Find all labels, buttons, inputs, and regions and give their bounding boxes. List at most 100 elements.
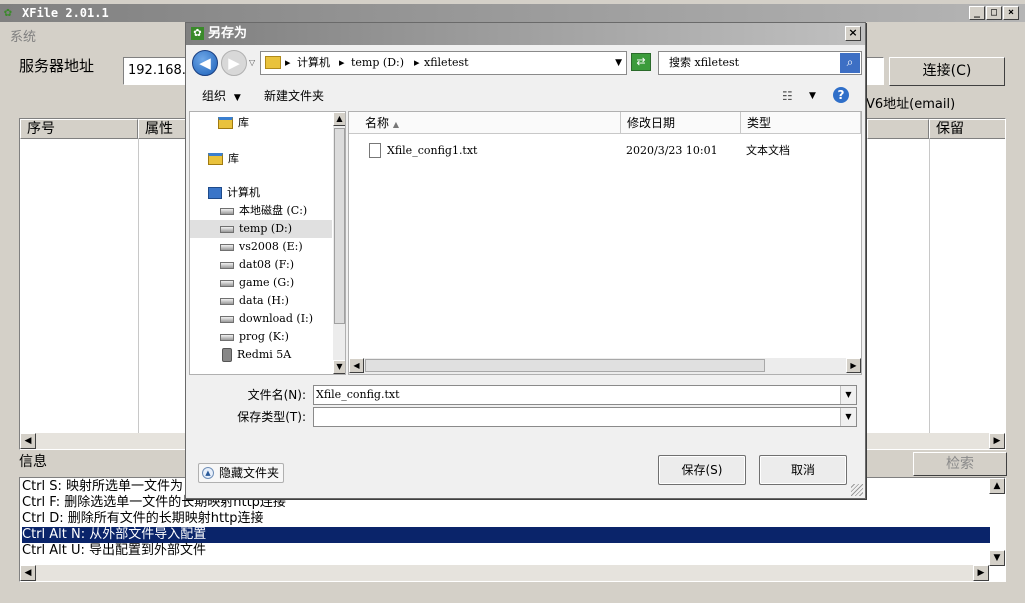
column-header-name[interactable]: 名称 ▲: [349, 112, 621, 134]
connect-button[interactable]: 连接(C): [889, 57, 1005, 86]
menu-system[interactable]: 系统: [10, 26, 36, 45]
tree-item-label: game (G:): [239, 276, 295, 289]
scroll-up-icon[interactable]: ▲: [333, 112, 345, 126]
dialog-title-bar: ✿ 另存为 ×: [186, 23, 865, 45]
maximize-button[interactable]: □: [986, 6, 1002, 20]
library-icon: [218, 117, 233, 129]
tree-item-drive-i[interactable]: download (I:): [220, 310, 345, 328]
column-header-index[interactable]: 序号: [20, 119, 138, 139]
view-options-icon[interactable]: ☷: [782, 87, 793, 105]
scroll-left-icon[interactable]: ◀: [20, 433, 36, 449]
search-input[interactable]: 搜索 xfiletest ⌕: [658, 51, 862, 75]
computer-icon: [208, 187, 222, 199]
address-bar[interactable]: ▸ 计算机 ▸ temp (D:) ▸ xfiletest ▼: [260, 51, 627, 75]
column-header-label: 名称: [365, 116, 390, 130]
tree-item-label: 计算机: [227, 186, 260, 199]
breadcrumb-xfiletest[interactable]: xfiletest: [424, 52, 469, 74]
drive-icon: [220, 225, 234, 233]
back-arrow-icon[interactable]: ◀: [192, 50, 218, 76]
tree-item-library[interactable]: 库: [208, 150, 345, 168]
tree-item-drive-e[interactable]: vs2008 (E:): [220, 238, 345, 256]
column-header-reserved[interactable]: 保留: [929, 119, 1005, 139]
help-icon[interactable]: ?: [833, 87, 849, 103]
refresh-icon[interactable]: ⇄: [631, 53, 651, 71]
recent-locations-dropdown-icon[interactable]: ▽: [249, 58, 255, 67]
tree-vertical-scrollbar[interactable]: ▲ ▼: [333, 112, 345, 374]
cancel-button[interactable]: 取消: [759, 455, 847, 485]
filename-input[interactable]: Xfile_config.txt ▼: [313, 385, 857, 405]
v6-address-label: V6地址(email): [866, 97, 956, 112]
tree-item-drive-h[interactable]: data (H:): [220, 292, 345, 310]
tree-item-drive-f[interactable]: dat08 (F:): [220, 256, 345, 274]
file-list-horizontal-scrollbar[interactable]: ◀ ▶: [349, 358, 861, 374]
save-button[interactable]: 保存(S): [658, 455, 746, 485]
main-title-bar: ✿ XFile 2.01.1 _ □ ×: [0, 4, 1025, 22]
phone-icon: [222, 348, 232, 362]
tree-item-drive-c[interactable]: 本地磁盘 (C:): [220, 202, 345, 220]
filetype-label: 保存类型(T):: [237, 410, 306, 424]
file-row[interactable]: Xfile_config1.txt 2020/3/23 10:01 文本文档: [349, 142, 849, 160]
library-icon: [208, 153, 223, 165]
scrollbar-thumb[interactable]: [365, 359, 765, 372]
file-list[interactable]: 名称 ▲ 修改日期 类型 Xfile_config1.txt 2020/3/23…: [348, 111, 862, 375]
filename-label: 文件名(N):: [247, 388, 306, 402]
filename-value: Xfile_config.txt: [316, 388, 400, 401]
breadcrumb-computer[interactable]: 计算机: [297, 52, 330, 74]
tree-item-phone[interactable]: Redmi 5A: [222, 346, 345, 364]
chevron-icon[interactable]: ▸: [339, 52, 345, 74]
info-horizontal-scrollbar[interactable]: ◀ ▶: [20, 565, 989, 581]
scroll-down-icon[interactable]: ▼: [989, 550, 1005, 566]
info-line: Ctrl Alt U: 导出配置到外部文件: [22, 543, 207, 558]
tree-item-drive-d-selected[interactable]: temp (D:): [190, 220, 332, 238]
drive-icon: [220, 243, 234, 251]
dialog-close-button[interactable]: ×: [845, 26, 861, 41]
search-icon[interactable]: ⌕: [840, 53, 860, 73]
navigation-bar: ◀ ▶ ▽ ▸ 计算机 ▸ temp (D:) ▸ xfiletest ▼ ⇄ …: [186, 46, 865, 80]
server-address-label: 服务器地址: [19, 57, 95, 75]
chevron-down-icon[interactable]: ▼: [840, 386, 856, 404]
scroll-right-icon[interactable]: ▶: [846, 358, 861, 373]
column-divider: [929, 139, 930, 433]
server-address-input[interactable]: 192.168.50: [123, 57, 193, 85]
scroll-up-icon[interactable]: ▲: [989, 478, 1005, 494]
info-line-selected[interactable]: Ctrl Alt N: 从外部文件导入配置: [22, 527, 990, 543]
chevron-down-icon[interactable]: ▼: [840, 408, 856, 426]
forward-arrow-icon[interactable]: ▶: [221, 50, 247, 76]
tree-item-computer[interactable]: 计算机: [208, 184, 345, 202]
column-header-middle[interactable]: [867, 119, 929, 139]
minimize-button[interactable]: _: [969, 6, 985, 20]
scroll-right-icon[interactable]: ▶: [989, 433, 1005, 449]
tree-item-library[interactable]: 库: [218, 114, 345, 132]
app-icon: ✿: [4, 5, 12, 20]
tree-item-label: vs2008 (E:): [239, 240, 303, 253]
view-dropdown-icon[interactable]: ▼: [809, 87, 816, 105]
file-type: 文本文档: [746, 144, 790, 157]
hide-folders-label: 隐藏文件夹: [219, 466, 280, 480]
sort-up-icon: ▲: [392, 120, 399, 129]
dialog-toolbar: 组织 ▼ 新建文件夹 ☷ ▼ ?: [186, 83, 865, 109]
address-dropdown-icon[interactable]: ▼: [615, 52, 622, 74]
filetype-select[interactable]: ▼: [313, 407, 857, 427]
resize-grip-icon[interactable]: [851, 484, 863, 496]
scroll-left-icon[interactable]: ◀: [349, 358, 364, 373]
scroll-right-icon[interactable]: ▶: [973, 565, 989, 581]
chevron-icon[interactable]: ▸: [285, 52, 291, 74]
breadcrumb-temp-drive[interactable]: temp (D:): [351, 52, 404, 74]
tree-item-drive-g[interactable]: game (G:): [220, 274, 345, 292]
search-button[interactable]: 检索: [913, 452, 1007, 476]
chevron-icon[interactable]: ▸: [414, 52, 420, 74]
organize-label: 组织: [202, 89, 227, 103]
tree-item-drive-k[interactable]: prog (K:): [220, 328, 345, 346]
hide-folders-button[interactable]: ▲ 隐藏文件夹: [198, 463, 285, 483]
column-header-date[interactable]: 修改日期: [621, 112, 741, 134]
navigation-tree[interactable]: 库 库 计算机 本地磁盘 (C:) temp (D:) vs2008 (E:) …: [189, 111, 346, 375]
scroll-down-icon[interactable]: ▼: [333, 360, 345, 374]
save-as-dialog: ✿ 另存为 × ◀ ▶ ▽ ▸ 计算机 ▸ temp (D:) ▸ xfilet…: [185, 22, 866, 499]
column-header-type[interactable]: 类型: [741, 112, 861, 134]
close-button[interactable]: ×: [1003, 6, 1019, 20]
organize-menu[interactable]: 组织 ▼: [202, 87, 241, 107]
scrollbar-thumb[interactable]: [334, 128, 345, 324]
scroll-left-icon[interactable]: ◀: [20, 565, 36, 581]
new-folder-button[interactable]: 新建文件夹: [264, 87, 324, 105]
column-divider: [138, 139, 139, 433]
